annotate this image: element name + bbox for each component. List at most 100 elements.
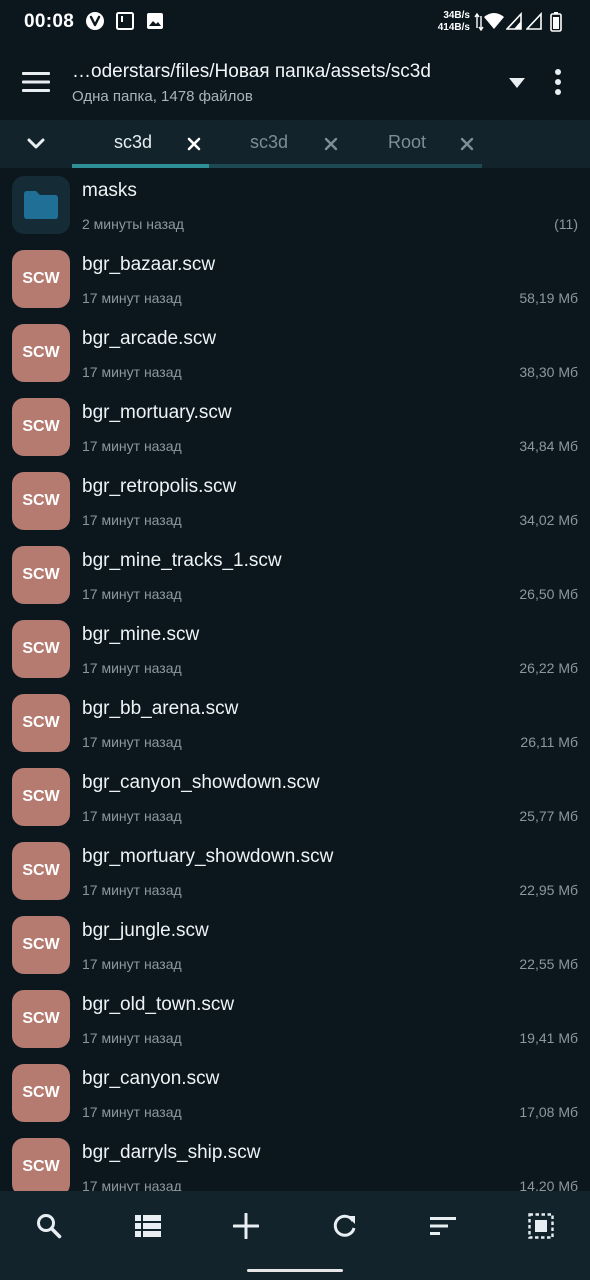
speed-up: 34B/s — [443, 10, 470, 21]
item-name: masks — [82, 180, 137, 201]
battery-icon — [550, 12, 562, 37]
file-size: 22,55 Мб — [519, 956, 578, 972]
scw-file-icon[interactable]: SCW — [12, 990, 70, 1048]
scw-file-icon[interactable]: SCW — [12, 398, 70, 456]
file-row[interactable]: SCW bgr_bb_arena.scw 17 минут назад 26,11 М… — [0, 686, 590, 760]
home-gesture-handle[interactable] — [247, 1269, 343, 1272]
tab-sc3d-second[interactable]: sc3d — [209, 120, 346, 168]
file-row[interactable]: SCW bgr_bazaar.scw 17 минут назад 58,19 Мб — [0, 242, 590, 316]
path-dropdown-button[interactable] — [500, 66, 534, 100]
item-modified-time: 17 минут назад — [82, 734, 182, 750]
add-button[interactable] — [227, 1207, 265, 1245]
file-size: 22,95 Мб — [519, 882, 578, 898]
scw-file-icon[interactable]: SCW — [12, 768, 70, 826]
hamburger-menu-icon — [22, 72, 50, 92]
file-row[interactable]: SCW bgr_retropolis.scw 17 минут назад 34,02… — [0, 464, 590, 538]
signal-1-icon — [505, 11, 522, 35]
file-size: 25,77 Мб — [519, 808, 578, 824]
wifi-icon — [484, 12, 504, 35]
file-row[interactable]: SCW bgr_mine.scw 17 минут назад 26,22 Мб — [0, 612, 590, 686]
sort-icon — [430, 1217, 456, 1235]
item-name: bgr_mine_tracks_1.scw — [82, 550, 282, 571]
vivaldi-icon — [86, 12, 104, 30]
tab-label: sc3d — [250, 132, 289, 152]
item-name: bgr_darryls_ship.scw — [82, 1142, 261, 1163]
view-mode-button[interactable] — [129, 1207, 167, 1245]
gallery-icon — [146, 12, 164, 30]
item-name: bgr_mine.scw — [82, 624, 200, 645]
file-row[interactable]: SCW bgr_canyon_showdown.scw 17 минут назад… — [0, 760, 590, 834]
item-name: bgr_bazaar.scw — [82, 254, 216, 275]
file-size: 26,22 Мб — [519, 660, 578, 676]
folder-row[interactable]: masks 2 минуты назад (11) — [0, 168, 590, 242]
tab-root[interactable]: Root — [346, 120, 482, 168]
network-speed: 34B/s 414B/s — [430, 10, 470, 34]
tab-close-button[interactable] — [182, 132, 206, 156]
tab-close-button[interactable] — [319, 132, 343, 156]
file-row[interactable]: SCW bgr_mine_tracks_1.scw 17 минут назад 26… — [0, 538, 590, 612]
file-manager-screen: 00:08 34B/s 414B/s …oderstars/files/Нова… — [0, 0, 590, 1280]
system-navigation-bar — [0, 1260, 590, 1280]
scw-file-icon[interactable]: SCW — [12, 694, 70, 752]
file-row[interactable]: SCW bgr_old_town.scw 17 минут назад 19,41 М… — [0, 982, 590, 1056]
item-name: bgr_bb_arena.scw — [82, 698, 239, 719]
menu-button[interactable] — [16, 62, 56, 102]
item-name: bgr_canyon.scw — [82, 1068, 220, 1089]
file-row[interactable]: SCW bgr_mortuary_showdown.scw 17 минут наз… — [0, 834, 590, 908]
scw-file-icon[interactable]: SCW — [12, 620, 70, 678]
file-size: 26,11 Мб — [520, 734, 578, 750]
file-size: 58,19 Мб — [519, 290, 578, 306]
close-icon — [324, 137, 338, 151]
scw-file-icon[interactable]: SCW — [12, 324, 70, 382]
current-path[interactable]: …oderstars/files/Новая папка/assets/sc3d — [72, 61, 492, 83]
item-name: bgr_mortuary_showdown.scw — [82, 846, 334, 867]
item-modified-time: 17 минут назад — [82, 1104, 182, 1120]
tabs-collapse-button[interactable] — [16, 128, 56, 160]
item-modified-time: 17 минут назад — [82, 290, 182, 306]
scw-file-icon[interactable]: SCW — [12, 472, 70, 530]
app-bar: …oderstars/files/Новая папка/assets/sc3d… — [0, 44, 590, 120]
tab-bar: sc3d sc3d Root — [0, 120, 590, 168]
search-icon — [37, 1214, 62, 1239]
file-list[interactable]: masks 2 минуты назад (11) SCW bgr_bazaar.scw… — [0, 168, 590, 1191]
file-size: 19,41 Мб — [519, 1030, 578, 1046]
speed-down: 414B/s — [437, 22, 470, 33]
item-name: bgr_mortuary.scw — [82, 402, 232, 423]
transfer-arrows-icon — [474, 12, 484, 37]
file-row[interactable]: SCW bgr_mortuary.scw 17 минут назад 34,84 М… — [0, 390, 590, 464]
status-bar: 00:08 34B/s 414B/s — [0, 0, 590, 44]
search-button[interactable] — [30, 1207, 68, 1245]
scw-file-icon[interactable]: SCW — [12, 1138, 70, 1191]
tab-close-button[interactable] — [455, 132, 479, 156]
item-modified-time: 17 минут назад — [82, 1178, 182, 1191]
file-row[interactable]: SCW bgr_jungle.scw 17 минут назад 22,55 Мб — [0, 908, 590, 982]
tab-sc3d-active[interactable]: sc3d — [72, 120, 209, 168]
scw-file-icon[interactable]: SCW — [12, 842, 70, 900]
select-all-button[interactable] — [522, 1207, 560, 1245]
more-options-button[interactable] — [542, 62, 574, 102]
scw-file-icon[interactable]: SCW — [12, 546, 70, 604]
add-icon — [233, 1213, 259, 1239]
item-modified-time: 2 минуты назад — [82, 216, 184, 232]
file-row[interactable]: SCW bgr_darryls_ship.scw 17 минут назад 14,… — [0, 1130, 590, 1191]
sort-button[interactable] — [424, 1207, 462, 1245]
file-size: 17,08 Мб — [519, 1104, 578, 1120]
file-size: 14,20 Мб — [519, 1178, 578, 1191]
item-name: bgr_arcade.scw — [82, 328, 217, 349]
select-all-icon — [528, 1213, 554, 1239]
item-modified-time: 17 минут назад — [82, 956, 182, 972]
file-row[interactable]: SCW bgr_canyon.scw 17 минут назад 17,08 Мб — [0, 1056, 590, 1130]
item-modified-time: 17 минут назад — [82, 882, 182, 898]
notification-icon — [116, 12, 134, 30]
folder-summary: Одна папка, 1478 файлов — [72, 88, 253, 105]
close-icon — [460, 137, 474, 151]
folder-icon[interactable] — [12, 176, 70, 234]
refresh-button[interactable] — [326, 1207, 364, 1245]
file-size: 34,02 Мб — [519, 512, 578, 528]
scw-file-icon[interactable]: SCW — [12, 250, 70, 308]
item-modified-time: 17 минут назад — [82, 364, 182, 380]
file-row[interactable]: SCW bgr_arcade.scw 17 минут назад 38,30 Мб — [0, 316, 590, 390]
scw-file-icon[interactable]: SCW — [12, 916, 70, 974]
item-name: bgr_jungle.scw — [82, 920, 209, 941]
scw-file-icon[interactable]: SCW — [12, 1064, 70, 1122]
